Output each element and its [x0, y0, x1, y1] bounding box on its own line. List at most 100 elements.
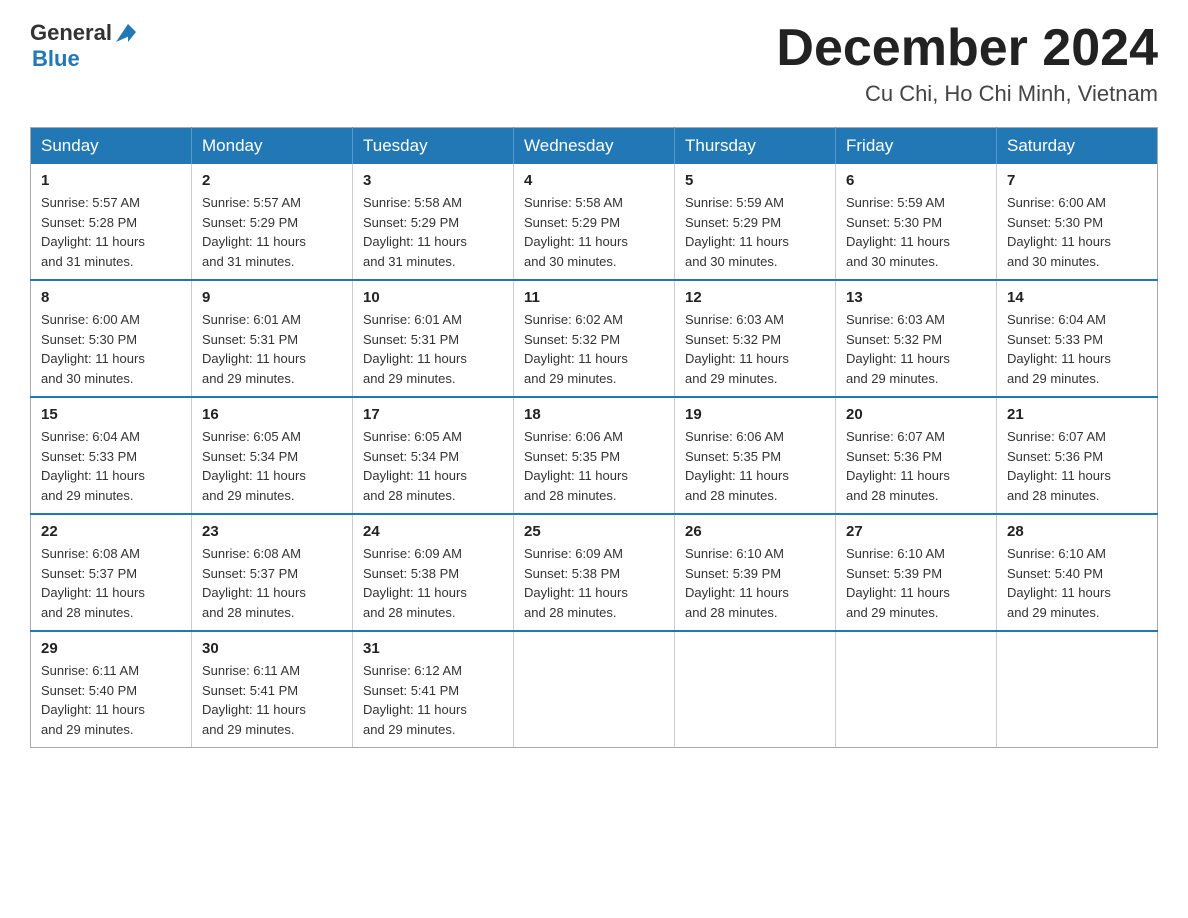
calendar-cell: [675, 631, 836, 748]
day-info: Sunrise: 6:01 AMSunset: 5:31 PMDaylight:…: [363, 310, 503, 388]
calendar-cell: 26 Sunrise: 6:10 AMSunset: 5:39 PMDaylig…: [675, 514, 836, 631]
calendar-cell: 25 Sunrise: 6:09 AMSunset: 5:38 PMDaylig…: [514, 514, 675, 631]
day-number: 1: [41, 172, 181, 189]
calendar-cell: 6 Sunrise: 5:59 AMSunset: 5:30 PMDayligh…: [836, 164, 997, 280]
calendar-cell: 28 Sunrise: 6:10 AMSunset: 5:40 PMDaylig…: [997, 514, 1158, 631]
calendar-cell: 9 Sunrise: 6:01 AMSunset: 5:31 PMDayligh…: [192, 280, 353, 397]
calendar-cell: 27 Sunrise: 6:10 AMSunset: 5:39 PMDaylig…: [836, 514, 997, 631]
day-info: Sunrise: 6:08 AMSunset: 5:37 PMDaylight:…: [202, 544, 342, 622]
week-row-1: 1 Sunrise: 5:57 AMSunset: 5:28 PMDayligh…: [31, 164, 1158, 280]
day-info: Sunrise: 5:59 AMSunset: 5:29 PMDaylight:…: [685, 193, 825, 271]
day-number: 17: [363, 406, 503, 423]
day-info: Sunrise: 5:59 AMSunset: 5:30 PMDaylight:…: [846, 193, 986, 271]
calendar-cell: 21 Sunrise: 6:07 AMSunset: 5:36 PMDaylig…: [997, 397, 1158, 514]
week-row-5: 29 Sunrise: 6:11 AMSunset: 5:40 PMDaylig…: [31, 631, 1158, 748]
day-info: Sunrise: 6:06 AMSunset: 5:35 PMDaylight:…: [685, 427, 825, 505]
calendar-cell: [836, 631, 997, 748]
day-info: Sunrise: 6:04 AMSunset: 5:33 PMDaylight:…: [1007, 310, 1147, 388]
day-number: 13: [846, 289, 986, 306]
calendar-cell: 19 Sunrise: 6:06 AMSunset: 5:35 PMDaylig…: [675, 397, 836, 514]
day-info: Sunrise: 5:58 AMSunset: 5:29 PMDaylight:…: [363, 193, 503, 271]
title-block: December 2024 Cu Chi, Ho Chi Minh, Vietn…: [776, 20, 1158, 107]
calendar-cell: [514, 631, 675, 748]
calendar-cell: 18 Sunrise: 6:06 AMSunset: 5:35 PMDaylig…: [514, 397, 675, 514]
day-info: Sunrise: 6:00 AMSunset: 5:30 PMDaylight:…: [41, 310, 181, 388]
day-number: 11: [524, 289, 664, 306]
day-number: 18: [524, 406, 664, 423]
day-number: 15: [41, 406, 181, 423]
day-info: Sunrise: 6:00 AMSunset: 5:30 PMDaylight:…: [1007, 193, 1147, 271]
day-info: Sunrise: 6:08 AMSunset: 5:37 PMDaylight:…: [41, 544, 181, 622]
day-number: 25: [524, 523, 664, 540]
day-number: 3: [363, 172, 503, 189]
week-row-3: 15 Sunrise: 6:04 AMSunset: 5:33 PMDaylig…: [31, 397, 1158, 514]
logo-general-text: General: [30, 20, 112, 46]
calendar-cell: 11 Sunrise: 6:02 AMSunset: 5:32 PMDaylig…: [514, 280, 675, 397]
weekday-header-wednesday: Wednesday: [514, 128, 675, 165]
day-info: Sunrise: 6:09 AMSunset: 5:38 PMDaylight:…: [524, 544, 664, 622]
calendar-cell: 4 Sunrise: 5:58 AMSunset: 5:29 PMDayligh…: [514, 164, 675, 280]
day-number: 24: [363, 523, 503, 540]
weekday-header-tuesday: Tuesday: [353, 128, 514, 165]
day-info: Sunrise: 6:07 AMSunset: 5:36 PMDaylight:…: [846, 427, 986, 505]
weekday-header-monday: Monday: [192, 128, 353, 165]
day-info: Sunrise: 6:03 AMSunset: 5:32 PMDaylight:…: [846, 310, 986, 388]
calendar-cell: 13 Sunrise: 6:03 AMSunset: 5:32 PMDaylig…: [836, 280, 997, 397]
day-info: Sunrise: 6:11 AMSunset: 5:41 PMDaylight:…: [202, 661, 342, 739]
day-info: Sunrise: 6:05 AMSunset: 5:34 PMDaylight:…: [363, 427, 503, 505]
calendar-cell: 17 Sunrise: 6:05 AMSunset: 5:34 PMDaylig…: [353, 397, 514, 514]
day-number: 27: [846, 523, 986, 540]
day-info: Sunrise: 6:04 AMSunset: 5:33 PMDaylight:…: [41, 427, 181, 505]
day-info: Sunrise: 5:57 AMSunset: 5:28 PMDaylight:…: [41, 193, 181, 271]
day-number: 8: [41, 289, 181, 306]
calendar-cell: 12 Sunrise: 6:03 AMSunset: 5:32 PMDaylig…: [675, 280, 836, 397]
month-title: December 2024: [776, 20, 1158, 77]
day-info: Sunrise: 5:58 AMSunset: 5:29 PMDaylight:…: [524, 193, 664, 271]
logo-arrow-icon: [114, 22, 136, 44]
day-number: 4: [524, 172, 664, 189]
day-number: 7: [1007, 172, 1147, 189]
week-row-2: 8 Sunrise: 6:00 AMSunset: 5:30 PMDayligh…: [31, 280, 1158, 397]
day-number: 5: [685, 172, 825, 189]
day-number: 20: [846, 406, 986, 423]
day-info: Sunrise: 6:11 AMSunset: 5:40 PMDaylight:…: [41, 661, 181, 739]
calendar-cell: 16 Sunrise: 6:05 AMSunset: 5:34 PMDaylig…: [192, 397, 353, 514]
calendar-cell: 15 Sunrise: 6:04 AMSunset: 5:33 PMDaylig…: [31, 397, 192, 514]
calendar-cell: 23 Sunrise: 6:08 AMSunset: 5:37 PMDaylig…: [192, 514, 353, 631]
calendar-cell: 22 Sunrise: 6:08 AMSunset: 5:37 PMDaylig…: [31, 514, 192, 631]
weekday-header-row: SundayMondayTuesdayWednesdayThursdayFrid…: [31, 128, 1158, 165]
calendar-cell: 10 Sunrise: 6:01 AMSunset: 5:31 PMDaylig…: [353, 280, 514, 397]
calendar-cell: 7 Sunrise: 6:00 AMSunset: 5:30 PMDayligh…: [997, 164, 1158, 280]
calendar-cell: 29 Sunrise: 6:11 AMSunset: 5:40 PMDaylig…: [31, 631, 192, 748]
day-info: Sunrise: 5:57 AMSunset: 5:29 PMDaylight:…: [202, 193, 342, 271]
calendar-cell: 2 Sunrise: 5:57 AMSunset: 5:29 PMDayligh…: [192, 164, 353, 280]
calendar-cell: 24 Sunrise: 6:09 AMSunset: 5:38 PMDaylig…: [353, 514, 514, 631]
logo-blue-text: Blue: [32, 46, 80, 71]
day-number: 19: [685, 406, 825, 423]
day-number: 16: [202, 406, 342, 423]
day-info: Sunrise: 6:01 AMSunset: 5:31 PMDaylight:…: [202, 310, 342, 388]
calendar-table: SundayMondayTuesdayWednesdayThursdayFrid…: [30, 127, 1158, 748]
weekday-header-saturday: Saturday: [997, 128, 1158, 165]
day-number: 22: [41, 523, 181, 540]
day-number: 26: [685, 523, 825, 540]
weekday-header-friday: Friday: [836, 128, 997, 165]
day-info: Sunrise: 6:02 AMSunset: 5:32 PMDaylight:…: [524, 310, 664, 388]
day-number: 14: [1007, 289, 1147, 306]
calendar-cell: [997, 631, 1158, 748]
day-info: Sunrise: 6:03 AMSunset: 5:32 PMDaylight:…: [685, 310, 825, 388]
day-number: 21: [1007, 406, 1147, 423]
day-info: Sunrise: 6:07 AMSunset: 5:36 PMDaylight:…: [1007, 427, 1147, 505]
calendar-cell: 1 Sunrise: 5:57 AMSunset: 5:28 PMDayligh…: [31, 164, 192, 280]
calendar-cell: 3 Sunrise: 5:58 AMSunset: 5:29 PMDayligh…: [353, 164, 514, 280]
location-subtitle: Cu Chi, Ho Chi Minh, Vietnam: [776, 81, 1158, 107]
calendar-cell: 14 Sunrise: 6:04 AMSunset: 5:33 PMDaylig…: [997, 280, 1158, 397]
day-info: Sunrise: 6:10 AMSunset: 5:39 PMDaylight:…: [685, 544, 825, 622]
day-number: 12: [685, 289, 825, 306]
day-number: 31: [363, 640, 503, 657]
day-info: Sunrise: 6:09 AMSunset: 5:38 PMDaylight:…: [363, 544, 503, 622]
logo: General Blue: [30, 20, 136, 72]
day-number: 23: [202, 523, 342, 540]
calendar-cell: 30 Sunrise: 6:11 AMSunset: 5:41 PMDaylig…: [192, 631, 353, 748]
day-number: 2: [202, 172, 342, 189]
